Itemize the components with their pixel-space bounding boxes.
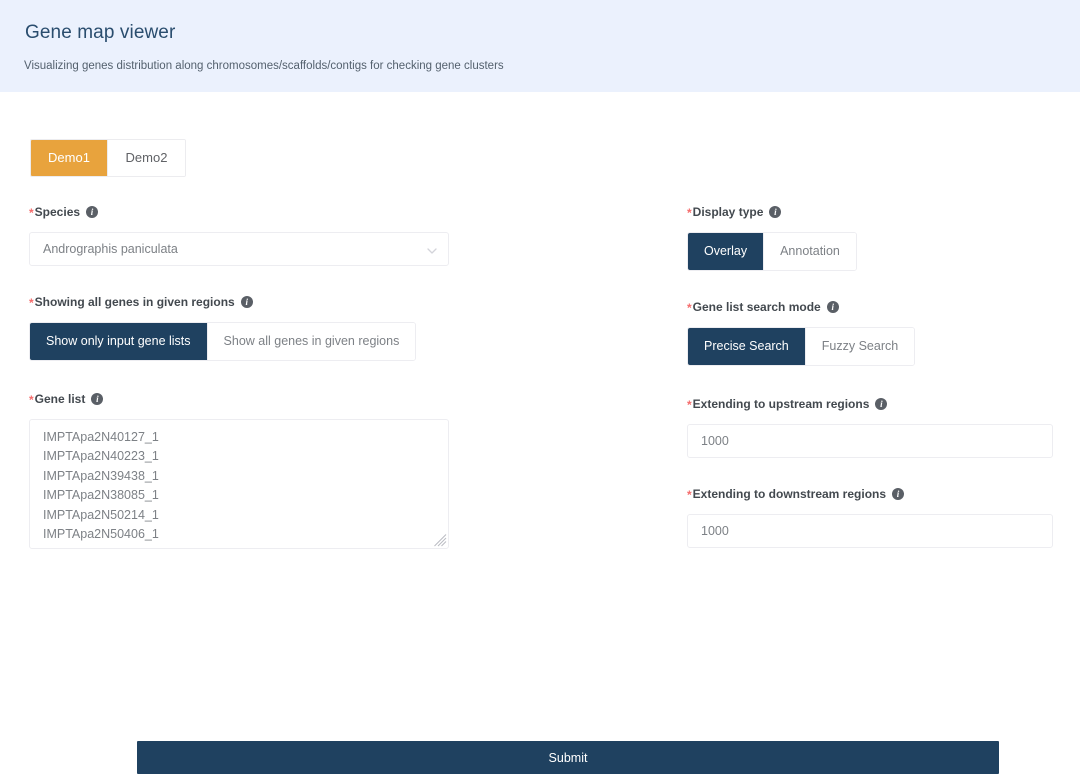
resize-handle-icon[interactable]: [433, 533, 447, 547]
search-mode-label: * Gene list search mode i: [687, 299, 1053, 315]
search-mode-option-fuzzy[interactable]: Fuzzy Search: [805, 328, 915, 365]
tab-demo1[interactable]: Demo1: [31, 140, 108, 176]
submit-button[interactable]: Submit: [137, 741, 999, 774]
species-field: * Species i Andrographis paniculata: [29, 204, 449, 266]
downstream-input[interactable]: 1000: [687, 514, 1053, 548]
species-select-value: Andrographis paniculata: [43, 242, 178, 256]
species-label: * Species i: [29, 204, 449, 220]
required-marker: *: [29, 393, 34, 407]
info-icon[interactable]: i: [892, 488, 905, 500]
search-mode-field: * Gene list search mode i Precise Search…: [687, 299, 1053, 366]
showing-genes-field: * Showing all genes in given regions i S…: [29, 294, 449, 361]
required-marker: *: [687, 398, 692, 412]
required-marker: *: [29, 206, 34, 220]
upstream-label-text: Extending to upstream regions: [692, 397, 870, 411]
display-type-toggle-group: Overlay Annotation: [687, 232, 857, 271]
search-mode-label-text: Gene list search mode: [692, 300, 821, 314]
display-type-option-overlay[interactable]: Overlay: [688, 233, 765, 270]
display-type-label: * Display type i: [687, 204, 1053, 220]
required-marker: *: [687, 206, 692, 220]
search-mode-toggle-group: Precise Search Fuzzy Search: [687, 327, 916, 366]
gene-list-textarea[interactable]: IMPTApa2N40127_1 IMPTApa2N40223_1 IMPTAp…: [29, 419, 449, 549]
required-marker: *: [687, 301, 692, 315]
upstream-label: * Extending to upstream regions i: [687, 396, 1053, 412]
showing-genes-option-all-genes[interactable]: Show all genes in given regions: [207, 323, 416, 360]
search-mode-option-precise[interactable]: Precise Search: [688, 328, 806, 365]
tab-demo2[interactable]: Demo2: [108, 140, 185, 176]
form-column-right: * Display type i Overlay Annotation * Ge…: [687, 204, 1053, 548]
gene-list-label-text: Gene list: [34, 392, 86, 406]
required-marker: *: [29, 296, 34, 310]
upstream-input-value: 1000: [701, 434, 729, 448]
gene-list-label: * Gene list i: [29, 391, 449, 407]
page-title: Gene map viewer: [25, 22, 176, 43]
display-type-option-annotation[interactable]: Annotation: [764, 233, 856, 270]
gene-list-textarea-value: IMPTApa2N40127_1 IMPTApa2N40223_1 IMPTAp…: [43, 430, 159, 548]
species-select[interactable]: Andrographis paniculata: [29, 232, 449, 266]
info-icon[interactable]: i: [240, 296, 253, 308]
page-subtitle: Visualizing genes distribution along chr…: [24, 60, 504, 72]
species-label-text: Species: [34, 205, 81, 219]
downstream-label-text: Extending to downstream regions: [692, 487, 887, 501]
downstream-label: * Extending to downstream regions i: [687, 486, 1053, 502]
info-icon[interactable]: i: [86, 206, 99, 218]
upstream-input[interactable]: 1000: [687, 424, 1053, 458]
required-marker: *: [687, 488, 692, 502]
downstream-field: * Extending to downstream regions i 1000: [687, 486, 1053, 548]
display-type-label-text: Display type: [692, 205, 764, 219]
showing-genes-option-input-lists[interactable]: Show only input gene lists: [30, 323, 208, 360]
upstream-field: * Extending to upstream regions i 1000: [687, 396, 1053, 458]
info-icon[interactable]: i: [91, 393, 104, 405]
downstream-input-value: 1000: [701, 524, 729, 538]
chevron-down-icon: [427, 246, 437, 255]
display-type-field: * Display type i Overlay Annotation: [687, 204, 1053, 271]
showing-genes-toggle-group: Show only input gene lists Show all gene…: [29, 322, 417, 361]
page-header: Gene map viewer Visualizing genes distri…: [0, 0, 1080, 92]
info-icon[interactable]: i: [826, 301, 839, 313]
info-icon[interactable]: i: [769, 206, 782, 218]
gene-list-field: * Gene list i IMPTApa2N40127_1 IMPTApa2N…: [29, 391, 449, 549]
demo-tabs: Demo1 Demo2: [30, 139, 186, 177]
showing-genes-label: * Showing all genes in given regions i: [29, 294, 449, 310]
showing-genes-label-text: Showing all genes in given regions: [34, 295, 235, 309]
info-icon[interactable]: i: [875, 398, 888, 410]
form-column-left: * Species i Andrographis paniculata * Sh…: [29, 204, 449, 549]
